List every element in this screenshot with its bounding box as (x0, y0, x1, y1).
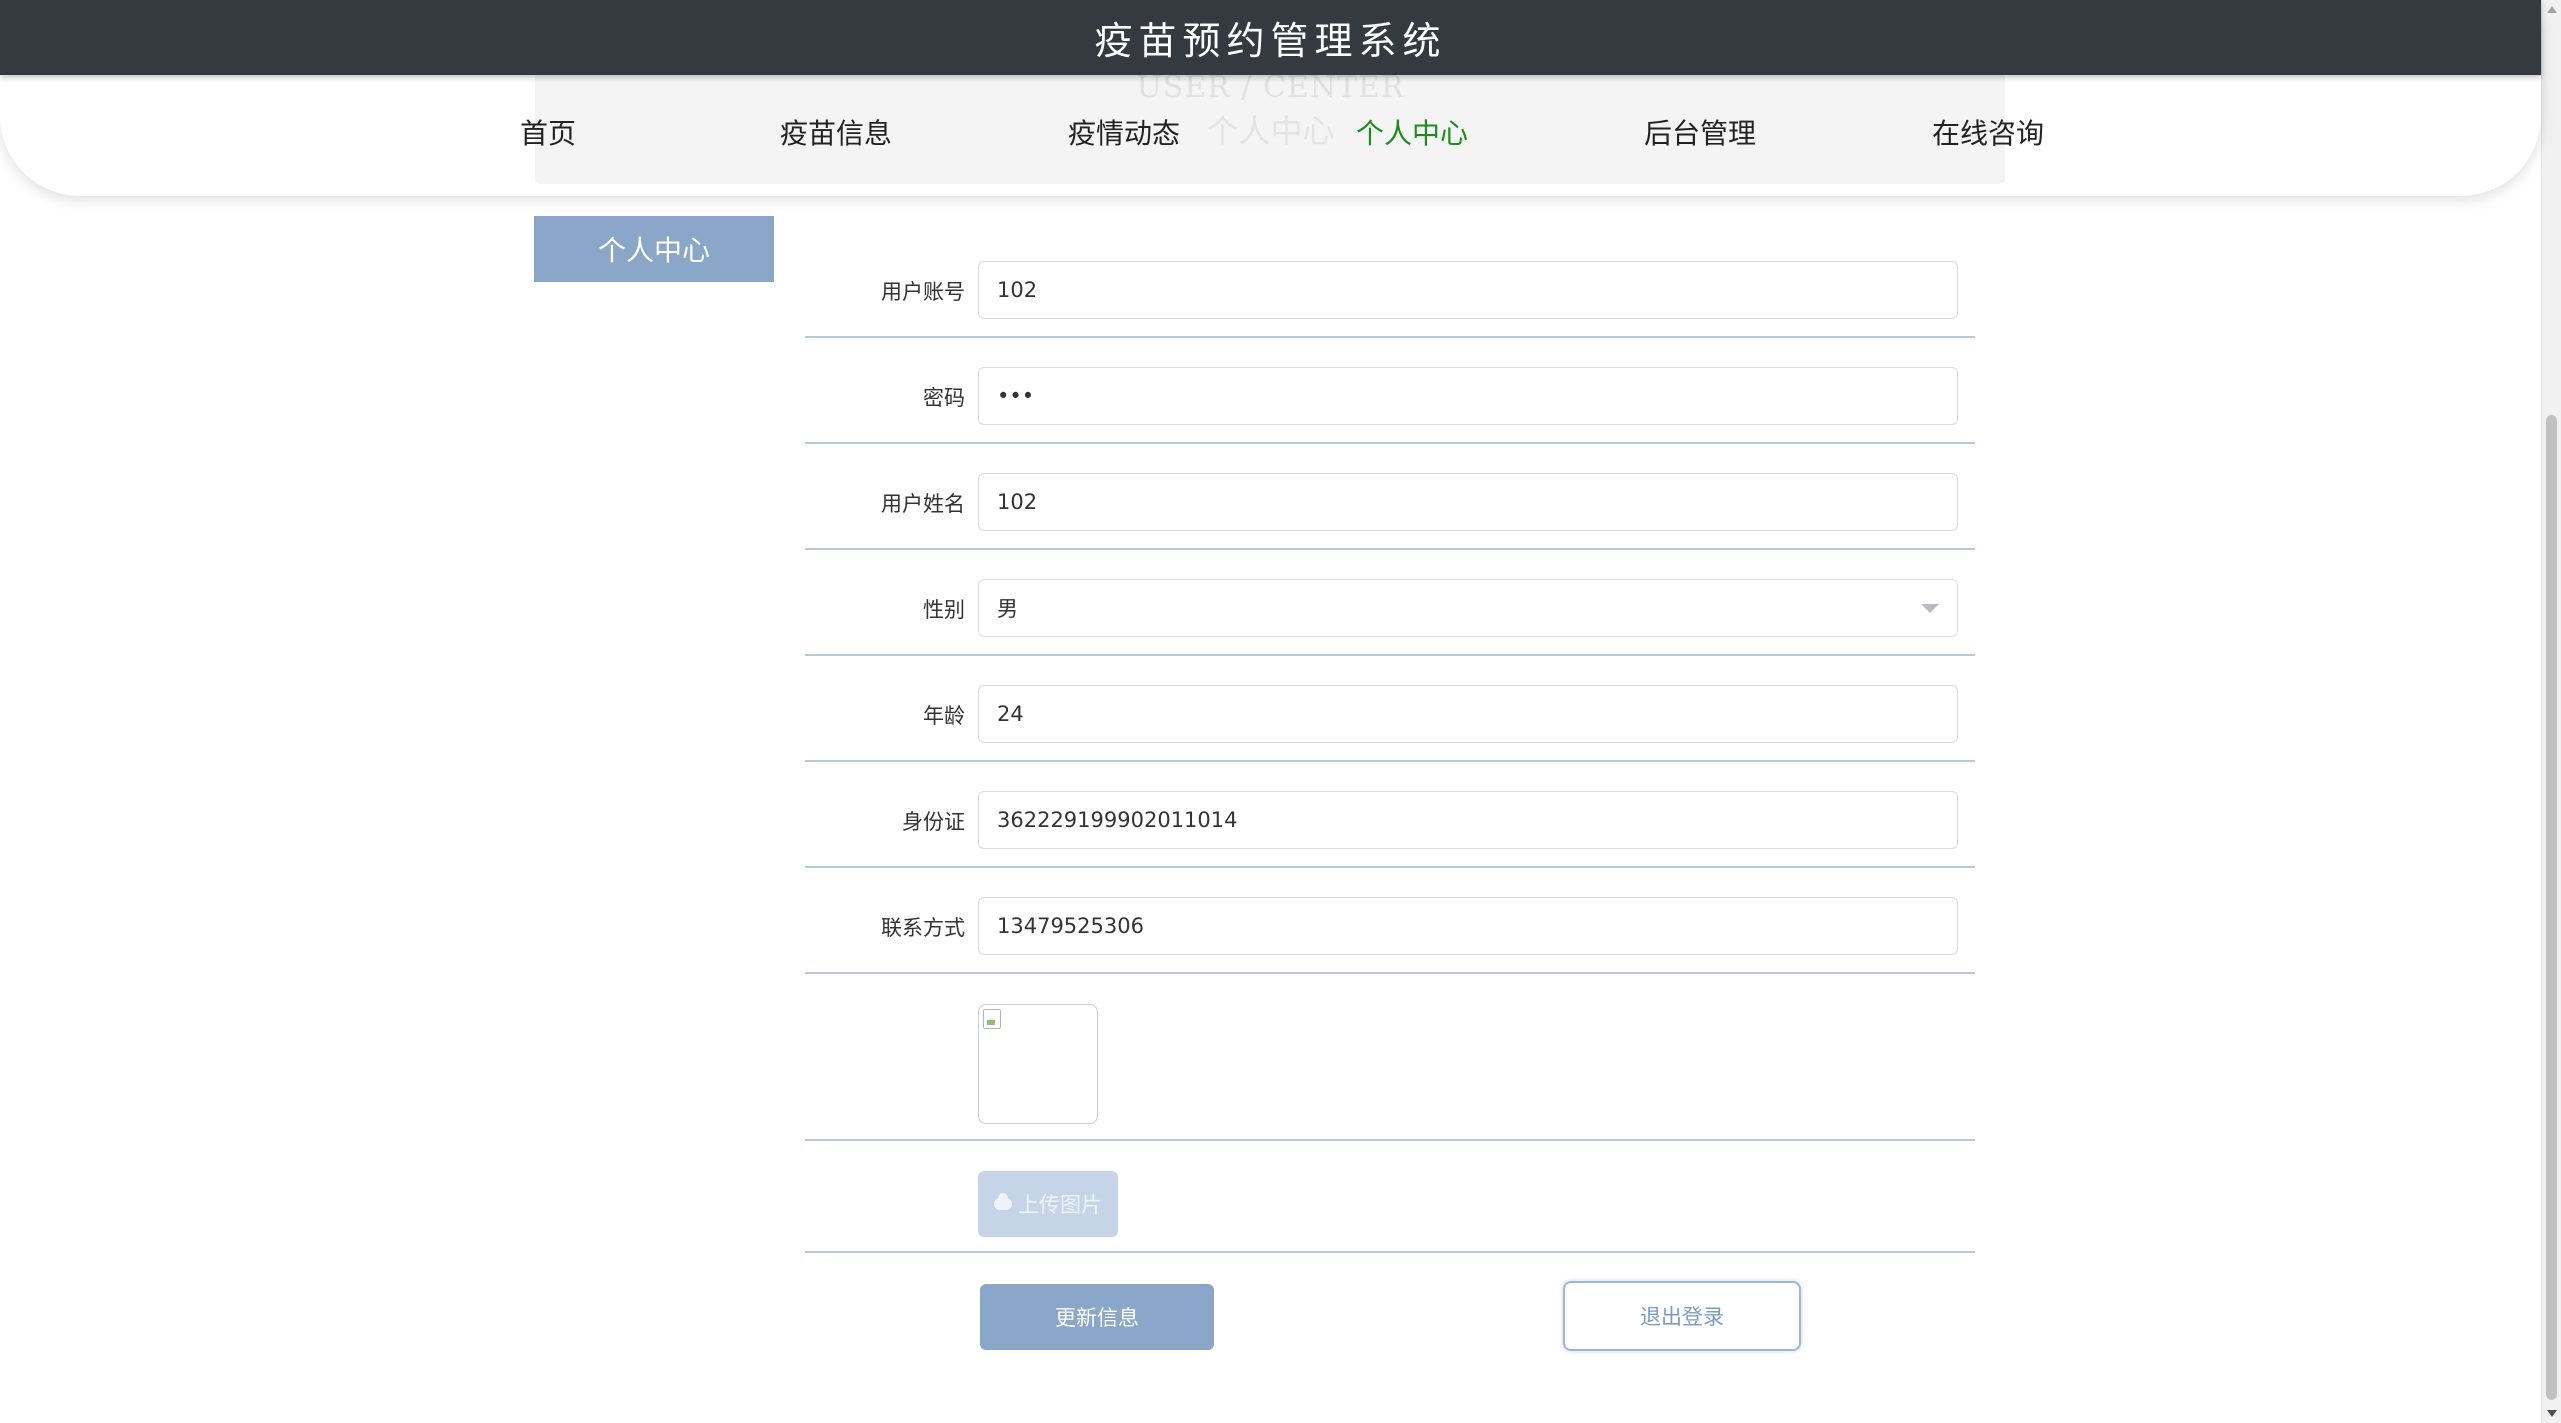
main-nav: 首页 疫苗信息 疫情动态 个人中心 后台管理 在线咨询 (0, 112, 2541, 162)
scroll-down-icon[interactable] (2547, 1410, 2557, 1417)
broken-image-icon (983, 1009, 1001, 1029)
form-row-avatar (805, 1004, 1975, 1141)
gender-value: 男 (997, 597, 1018, 621)
phone-input[interactable]: 13479525306 (978, 897, 1958, 955)
name-label: 用户姓名 (881, 492, 965, 516)
form-row-id-card: 身份证 362229199902011014 (805, 791, 1975, 868)
nav-item-consult[interactable]: 在线咨询 (1932, 112, 2044, 152)
banner-title-en: USER / CENTER (1136, 70, 1405, 105)
form-row-account: 用户账号 102 (805, 261, 1975, 338)
gender-select[interactable]: 男 (978, 579, 1958, 637)
password-input[interactable]: ••• (978, 367, 1958, 425)
nav-item-epidemic-news[interactable]: 疫情动态 (1068, 112, 1180, 152)
scrollbar-thumb[interactable] (2546, 415, 2557, 1400)
nav-item-vaccine-info[interactable]: 疫苗信息 (780, 112, 892, 152)
gender-label: 性别 (923, 598, 965, 622)
nav-item-user-center[interactable]: 个人中心 (1356, 112, 1468, 152)
upload-image-button[interactable]: 上传图片 (978, 1171, 1118, 1237)
nav-item-admin[interactable]: 后台管理 (1644, 112, 1756, 152)
form-row-gender: 性别 男 (805, 579, 1975, 656)
cloud-upload-icon (994, 1193, 1012, 1210)
logout-button[interactable]: 退出登录 (1563, 1281, 1801, 1351)
update-info-button[interactable]: 更新信息 (980, 1284, 1214, 1350)
form-row-name: 用户姓名 102 (805, 473, 1975, 550)
scroll-up-icon[interactable] (2547, 6, 2557, 13)
upload-button-label: 上传图片 (1018, 1193, 1102, 1217)
id-card-input[interactable]: 362229199902011014 (978, 791, 1958, 849)
page-scrollbar[interactable] (2541, 0, 2561, 1423)
password-label: 密码 (923, 386, 965, 410)
chevron-down-icon (1921, 604, 1939, 613)
account-label: 用户账号 (881, 280, 965, 304)
form-row-password: 密码 ••• (805, 367, 1975, 444)
form-row-age: 年龄 24 (805, 685, 1975, 762)
form-row-phone: 联系方式 13479525306 (805, 897, 1975, 974)
sidebar-item-user-center[interactable]: 个人中心 (534, 216, 774, 282)
nav-item-home[interactable]: 首页 (520, 112, 576, 152)
age-input[interactable]: 24 (978, 685, 1958, 743)
age-label: 年龄 (923, 704, 965, 728)
form-row-upload: 上传图片 (805, 1171, 1975, 1253)
app-title: 疫苗预约管理系统 (1094, 19, 1447, 63)
title-bar: 疫苗预约管理系统 (0, 0, 2541, 75)
id-card-label: 身份证 (902, 810, 965, 834)
avatar-image (978, 1004, 1098, 1124)
account-input[interactable]: 102 (978, 261, 1958, 319)
name-input[interactable]: 102 (978, 473, 1958, 531)
phone-label: 联系方式 (881, 916, 965, 940)
